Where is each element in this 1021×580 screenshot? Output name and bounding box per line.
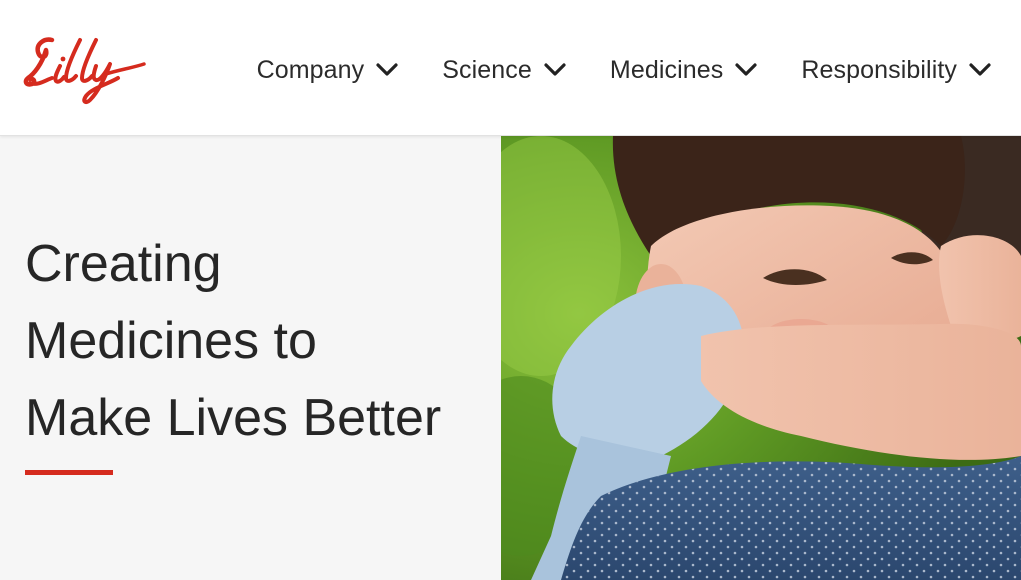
lilly-logo[interactable]	[22, 34, 148, 106]
main-nav: Company Science Medicines Responsibility	[257, 52, 991, 88]
lilly-logo-mark	[23, 37, 146, 105]
nav-item-medicines[interactable]: Medicines	[610, 52, 757, 88]
chevron-down-icon	[544, 63, 566, 77]
chevron-down-icon	[969, 63, 991, 77]
site-header: Company Science Medicines Responsibility	[0, 0, 1021, 136]
accent-bar	[25, 470, 113, 475]
nav-item-label: Company	[256, 55, 365, 84]
hero-title-line: Creating	[25, 235, 222, 293]
hero-title-line: Medicines to	[25, 312, 317, 370]
nav-item-science[interactable]: Science	[442, 52, 566, 88]
nav-item-label: Science	[442, 55, 532, 84]
hero-title-line: Make Lives Better	[25, 389, 442, 447]
page: Company Science Medicines Responsibility	[0, 0, 1021, 580]
nav-item-responsibility[interactable]: Responsibility	[801, 52, 991, 88]
hero-photo-illustration	[501, 136, 1021, 580]
hero-title: Creating Medicines to Make Lives Better	[25, 226, 495, 457]
nav-item-label: Medicines	[609, 55, 724, 84]
hero-text-panel: Creating Medicines to Make Lives Better	[0, 136, 501, 580]
chevron-down-icon	[376, 63, 398, 77]
nav-item-label: Responsibility	[801, 55, 957, 84]
hero-image	[501, 136, 1021, 580]
nav-item-company[interactable]: Company	[257, 52, 399, 88]
chevron-down-icon	[735, 63, 757, 77]
